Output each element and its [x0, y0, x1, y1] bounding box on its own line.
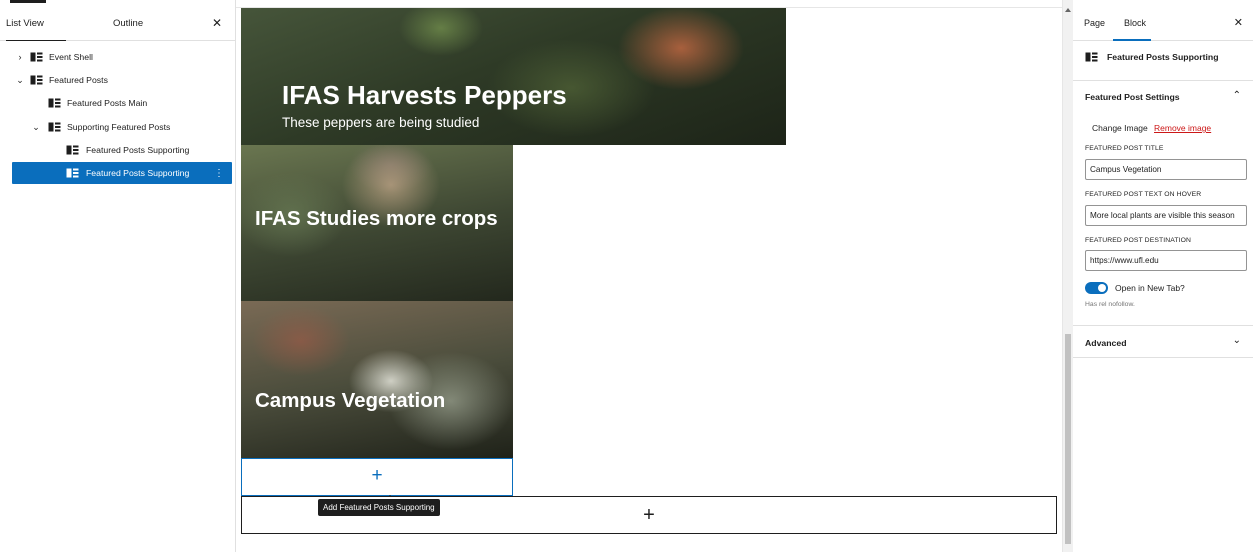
- list-view-tabs: List View Outline ✕: [0, 8, 236, 41]
- card-title: IFAS Studies more crops: [255, 207, 498, 230]
- tab-block[interactable]: Block: [1113, 8, 1151, 41]
- close-icon[interactable]: ✕: [1234, 18, 1243, 29]
- featured-post-supporting-card[interactable]: IFAS Studies more crops: [241, 145, 513, 301]
- tree-item-featured-posts-main[interactable]: Featured Posts Main: [12, 92, 232, 114]
- tooltip: Add Featured Posts Supporting: [318, 499, 440, 516]
- field-label: FEATURED POST TITLE: [1085, 145, 1164, 152]
- tab-page[interactable]: Page: [1084, 8, 1105, 41]
- top-accent-bar: [10, 0, 46, 3]
- tree-item-event-shell[interactable]: › Event Shell: [12, 46, 232, 68]
- tree-item-label: Supporting Featured Posts: [67, 122, 171, 132]
- card-title: Campus Vegetation: [255, 389, 446, 412]
- tab-outline[interactable]: Outline: [113, 8, 143, 41]
- chevron-right-icon[interactable]: ›: [15, 52, 25, 62]
- tree-item-label: Featured Posts Supporting: [86, 145, 190, 155]
- block-inspector: Page Block ✕ Featured Posts Supporting F…: [1073, 0, 1253, 552]
- close-icon[interactable]: ✕: [212, 17, 222, 29]
- editor-canvas: IFAS Harvests Peppers These peppers are …: [236, 0, 1062, 552]
- block-icon: [1085, 52, 1098, 62]
- chevron-down-icon[interactable]: ⌄: [31, 122, 41, 133]
- featured-post-supporting-card[interactable]: Campus Vegetation: [241, 301, 513, 458]
- toggle-knob: [1098, 284, 1106, 292]
- scrollbar[interactable]: [1062, 0, 1073, 552]
- tab-list-view[interactable]: List View: [6, 8, 66, 41]
- hero-title: IFAS Harvests Peppers: [282, 80, 567, 110]
- list-view-panel: List View Outline ✕ › Event Shell ⌄ Feat…: [0, 0, 236, 552]
- chevron-down-icon[interactable]: ⌄: [1233, 335, 1241, 346]
- block-icon: [30, 52, 43, 62]
- block-icon: [30, 75, 43, 85]
- inspector-tabs: Page Block ✕: [1073, 8, 1253, 41]
- help-text: Has rel nofollow.: [1085, 301, 1135, 308]
- featured-post-hover-text-input[interactable]: More local plants are visible this seaso…: [1085, 205, 1247, 226]
- scrollbar-thumb[interactable]: [1065, 334, 1071, 544]
- plus-icon: +: [371, 465, 383, 486]
- block-icon: [66, 145, 79, 155]
- block-icon: [66, 168, 79, 178]
- field-label: FEATURED POST DESTINATION: [1085, 237, 1191, 244]
- remove-image-link[interactable]: Remove image: [1154, 123, 1211, 133]
- tree-item-featured-posts[interactable]: ⌄ Featured Posts: [12, 69, 232, 91]
- plus-icon: +: [643, 504, 655, 526]
- tree-item-label: Featured Posts Main: [67, 98, 148, 108]
- block-card-title: Featured Posts Supporting: [1107, 52, 1219, 62]
- add-block-button[interactable]: +: [241, 458, 513, 496]
- chevron-up-icon[interactable]: ⌃: [1233, 90, 1241, 101]
- block-icon: [48, 98, 61, 108]
- block-card: Featured Posts Supporting: [1073, 41, 1253, 81]
- toggle-label: Open in New Tab?: [1115, 283, 1185, 293]
- featured-post-destination-input[interactable]: https://www.ufl.edu: [1085, 250, 1247, 271]
- tree-item-label: Featured Posts: [49, 75, 108, 85]
- open-new-tab-toggle[interactable]: [1085, 282, 1108, 294]
- tree-item-label: Featured Posts Supporting: [86, 168, 190, 178]
- tree-item-featured-posts-supporting-selected[interactable]: Featured Posts Supporting ⋮: [12, 162, 232, 184]
- featured-post-main[interactable]: IFAS Harvests Peppers These peppers are …: [241, 8, 786, 145]
- chevron-down-icon[interactable]: ⌄: [15, 75, 25, 86]
- advanced-panel-toggle[interactable]: Advanced ⌄: [1073, 325, 1253, 358]
- tree-item-label: Event Shell: [49, 52, 93, 62]
- tree-item-featured-posts-supporting[interactable]: Featured Posts Supporting: [12, 139, 232, 161]
- block-icon: [48, 122, 61, 132]
- hero-subtitle: These peppers are being studied: [282, 115, 480, 130]
- field-label: FEATURED POST TEXT ON HOVER: [1085, 191, 1202, 198]
- more-options-icon[interactable]: ⋮: [214, 168, 224, 179]
- panel-title: Advanced: [1085, 338, 1127, 348]
- tree-item-supporting-featured-posts[interactable]: ⌄ Supporting Featured Posts: [12, 116, 232, 138]
- panel-title: Featured Post Settings: [1085, 92, 1180, 102]
- change-image-button[interactable]: Change Image: [1092, 123, 1148, 133]
- scroll-up-arrow-icon[interactable]: [1065, 8, 1071, 12]
- featured-post-title-input[interactable]: Campus Vegetation: [1085, 159, 1247, 180]
- featured-post-settings-toggle[interactable]: Featured Post Settings ⌃: [1073, 81, 1253, 113]
